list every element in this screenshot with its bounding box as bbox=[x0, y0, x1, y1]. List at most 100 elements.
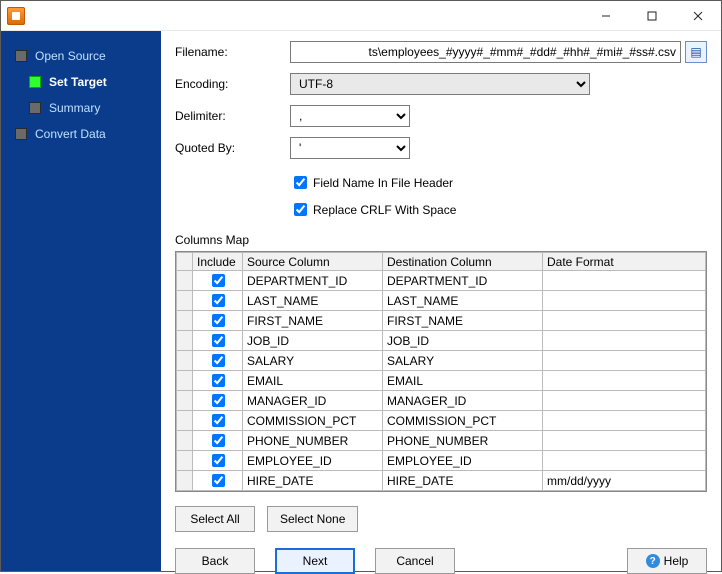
help-button[interactable]: ? Help bbox=[627, 548, 707, 574]
destination-cell[interactable]: DEPARTMENT_ID bbox=[383, 271, 543, 291]
source-cell[interactable]: EMPLOYEE_ID bbox=[243, 451, 383, 471]
include-checkbox[interactable] bbox=[212, 474, 225, 487]
row-header[interactable] bbox=[177, 351, 193, 371]
table-row[interactable]: LAST_NAMELAST_NAME bbox=[177, 291, 706, 311]
include-cell[interactable] bbox=[193, 411, 243, 431]
source-cell[interactable]: PHONE_NUMBER bbox=[243, 431, 383, 451]
sidebar-item-open-source[interactable]: Open Source bbox=[7, 43, 155, 69]
table-row[interactable]: PHONE_NUMBERPHONE_NUMBER bbox=[177, 431, 706, 451]
source-cell[interactable]: COMMISSION_PCT bbox=[243, 411, 383, 431]
source-cell[interactable]: FIRST_NAME bbox=[243, 311, 383, 331]
col-date-format[interactable]: Date Format bbox=[543, 253, 706, 271]
date-format-cell[interactable] bbox=[543, 351, 706, 371]
include-cell[interactable] bbox=[193, 391, 243, 411]
table-row[interactable]: EMAILEMAIL bbox=[177, 371, 706, 391]
date-format-cell[interactable] bbox=[543, 371, 706, 391]
source-cell[interactable]: JOB_ID bbox=[243, 331, 383, 351]
include-cell[interactable] bbox=[193, 331, 243, 351]
table-row[interactable]: SALARYSALARY bbox=[177, 351, 706, 371]
include-checkbox[interactable] bbox=[212, 274, 225, 287]
source-cell[interactable]: LAST_NAME bbox=[243, 291, 383, 311]
row-header[interactable] bbox=[177, 391, 193, 411]
select-none-button[interactable]: Select None bbox=[267, 506, 358, 532]
date-format-cell[interactable] bbox=[543, 291, 706, 311]
cancel-button[interactable]: Cancel bbox=[375, 548, 455, 574]
destination-cell[interactable]: PHONE_NUMBER bbox=[383, 431, 543, 451]
source-cell[interactable]: EMAIL bbox=[243, 371, 383, 391]
maximize-button[interactable] bbox=[629, 1, 675, 31]
table-row[interactable]: FIRST_NAMEFIRST_NAME bbox=[177, 311, 706, 331]
date-format-cell[interactable] bbox=[543, 331, 706, 351]
source-cell[interactable]: SALARY bbox=[243, 351, 383, 371]
table-row[interactable]: JOB_IDJOB_ID bbox=[177, 331, 706, 351]
filename-input[interactable] bbox=[290, 41, 681, 63]
table-row[interactable]: HIRE_DATEHIRE_DATEmm/dd/yyyy bbox=[177, 471, 706, 491]
row-header[interactable] bbox=[177, 311, 193, 331]
sidebar-item-set-target[interactable]: Set Target bbox=[21, 69, 155, 95]
date-format-cell[interactable] bbox=[543, 271, 706, 291]
quoted-by-select[interactable]: ' bbox=[290, 137, 410, 159]
close-button[interactable] bbox=[675, 1, 721, 31]
table-row[interactable]: DEPARTMENT_IDDEPARTMENT_ID bbox=[177, 271, 706, 291]
row-header[interactable] bbox=[177, 271, 193, 291]
destination-cell[interactable]: JOB_ID bbox=[383, 331, 543, 351]
include-checkbox[interactable] bbox=[212, 294, 225, 307]
include-cell[interactable] bbox=[193, 271, 243, 291]
include-cell[interactable] bbox=[193, 371, 243, 391]
date-format-cell[interactable] bbox=[543, 451, 706, 471]
row-header[interactable] bbox=[177, 451, 193, 471]
back-button[interactable]: Back bbox=[175, 548, 255, 574]
col-include[interactable]: Include bbox=[193, 253, 243, 271]
delimiter-select[interactable]: , bbox=[290, 105, 410, 127]
destination-cell[interactable]: HIRE_DATE bbox=[383, 471, 543, 491]
date-format-cell[interactable]: mm/dd/yyyy bbox=[543, 471, 706, 491]
row-header[interactable] bbox=[177, 411, 193, 431]
destination-cell[interactable]: COMMISSION_PCT bbox=[383, 411, 543, 431]
include-cell[interactable] bbox=[193, 311, 243, 331]
destination-cell[interactable]: EMAIL bbox=[383, 371, 543, 391]
next-button[interactable]: Next bbox=[275, 548, 355, 574]
date-format-cell[interactable] bbox=[543, 391, 706, 411]
include-cell[interactable] bbox=[193, 451, 243, 471]
table-row[interactable]: COMMISSION_PCTCOMMISSION_PCT bbox=[177, 411, 706, 431]
col-destination[interactable]: Destination Column bbox=[383, 253, 543, 271]
include-checkbox[interactable] bbox=[212, 354, 225, 367]
row-header[interactable] bbox=[177, 471, 193, 491]
source-cell[interactable]: MANAGER_ID bbox=[243, 391, 383, 411]
sidebar-item-convert-data[interactable]: Convert Data bbox=[7, 121, 155, 147]
table-row[interactable]: MANAGER_IDMANAGER_ID bbox=[177, 391, 706, 411]
table-row[interactable]: EMPLOYEE_IDEMPLOYEE_ID bbox=[177, 451, 706, 471]
date-format-cell[interactable] bbox=[543, 311, 706, 331]
replace-crlf-checkbox[interactable] bbox=[294, 203, 307, 216]
source-cell[interactable]: DEPARTMENT_ID bbox=[243, 271, 383, 291]
include-checkbox[interactable] bbox=[212, 334, 225, 347]
row-header[interactable] bbox=[177, 331, 193, 351]
include-cell[interactable] bbox=[193, 471, 243, 491]
include-cell[interactable] bbox=[193, 431, 243, 451]
include-checkbox[interactable] bbox=[212, 434, 225, 447]
include-cell[interactable] bbox=[193, 291, 243, 311]
row-header[interactable] bbox=[177, 291, 193, 311]
include-checkbox[interactable] bbox=[212, 414, 225, 427]
minimize-button[interactable] bbox=[583, 1, 629, 31]
select-all-button[interactable]: Select All bbox=[175, 506, 255, 532]
col-source[interactable]: Source Column bbox=[243, 253, 383, 271]
date-format-cell[interactable] bbox=[543, 431, 706, 451]
include-checkbox[interactable] bbox=[212, 454, 225, 467]
include-cell[interactable] bbox=[193, 351, 243, 371]
include-checkbox[interactable] bbox=[212, 314, 225, 327]
source-cell[interactable]: HIRE_DATE bbox=[243, 471, 383, 491]
include-checkbox[interactable] bbox=[212, 374, 225, 387]
date-format-cell[interactable] bbox=[543, 411, 706, 431]
destination-cell[interactable]: EMPLOYEE_ID bbox=[383, 451, 543, 471]
encoding-select[interactable]: UTF-8 bbox=[290, 73, 590, 95]
row-header[interactable] bbox=[177, 431, 193, 451]
browse-button[interactable]: ▤ bbox=[685, 41, 707, 63]
destination-cell[interactable]: MANAGER_ID bbox=[383, 391, 543, 411]
sidebar-item-summary[interactable]: Summary bbox=[21, 95, 155, 121]
destination-cell[interactable]: SALARY bbox=[383, 351, 543, 371]
destination-cell[interactable]: LAST_NAME bbox=[383, 291, 543, 311]
destination-cell[interactable]: FIRST_NAME bbox=[383, 311, 543, 331]
row-header[interactable] bbox=[177, 371, 193, 391]
field-header-checkbox[interactable] bbox=[294, 176, 307, 189]
